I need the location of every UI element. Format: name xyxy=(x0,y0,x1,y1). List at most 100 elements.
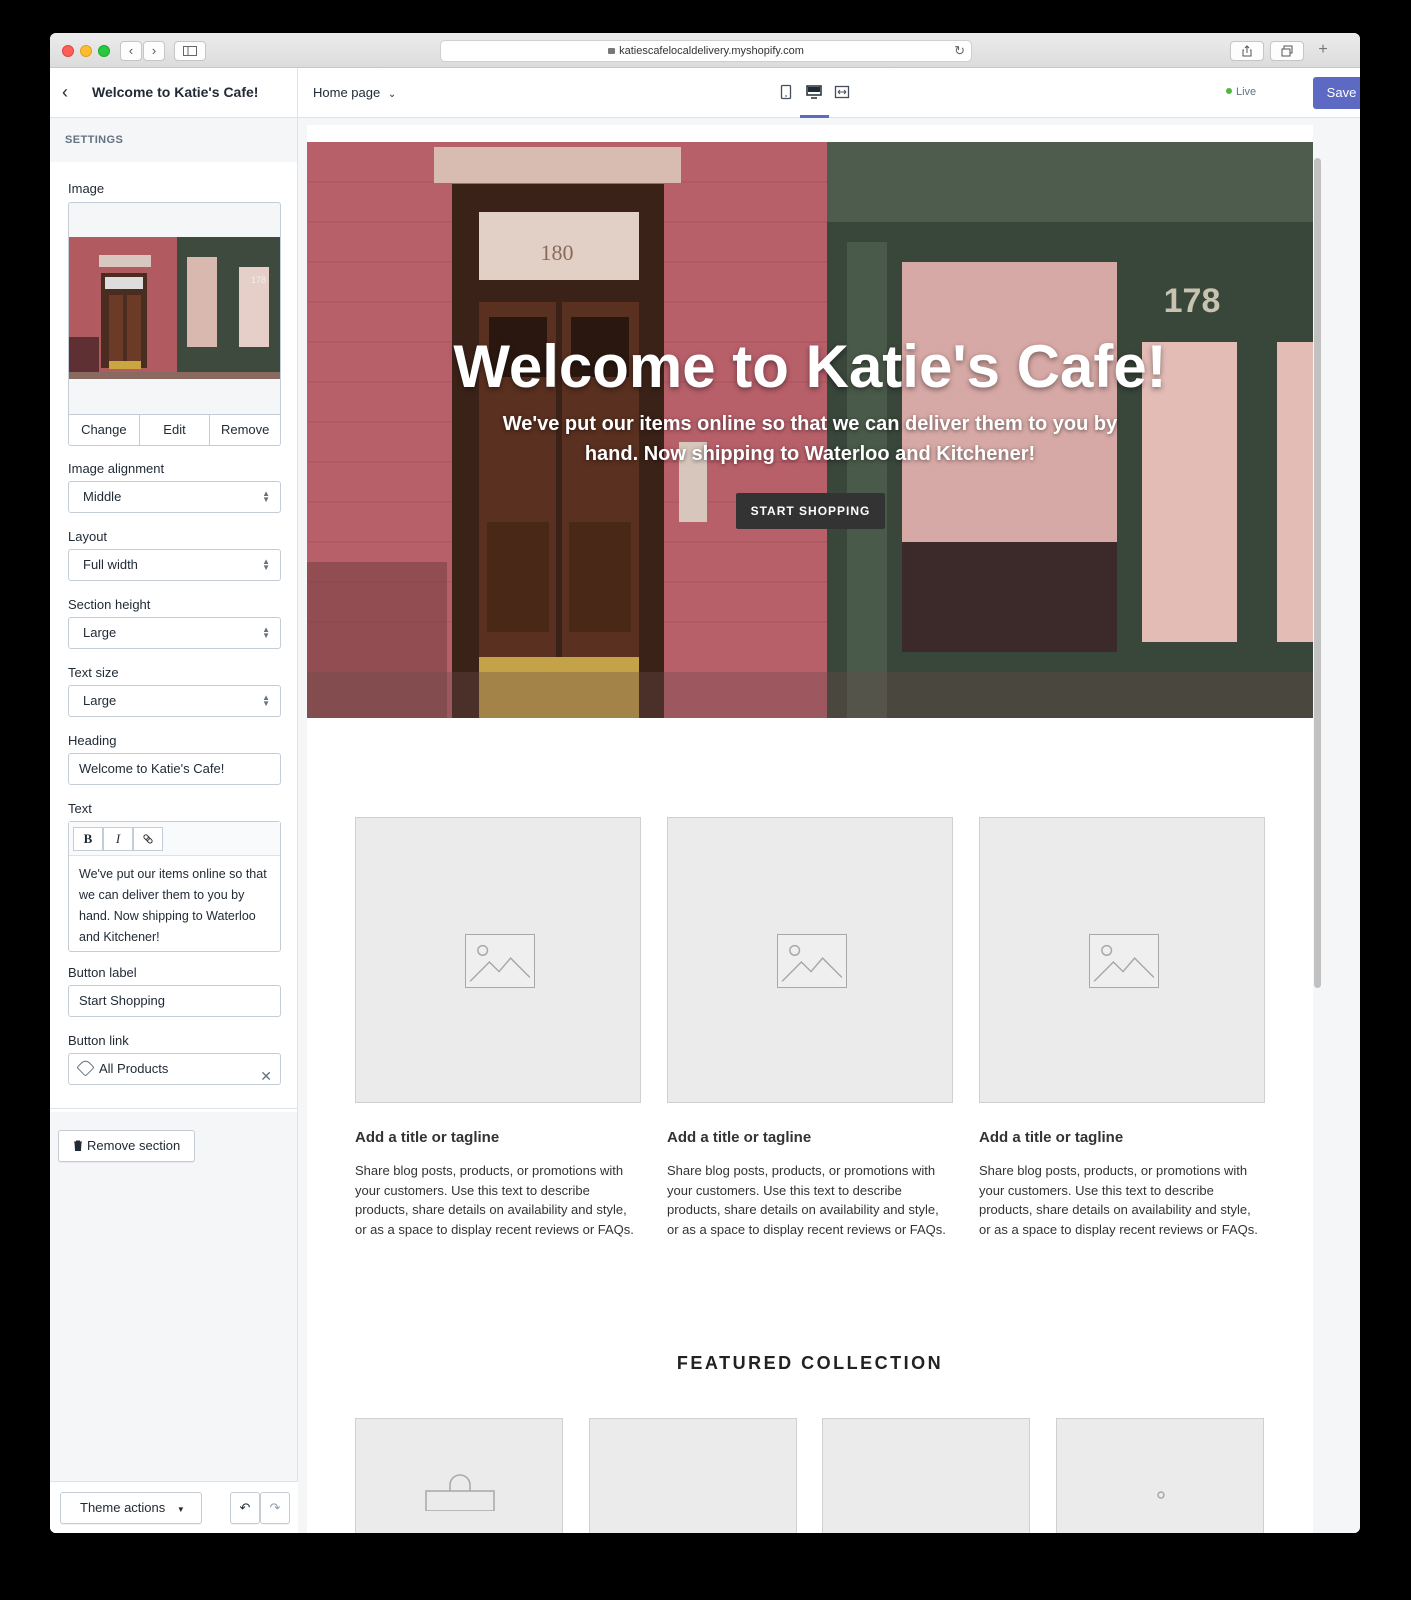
back-arrow-icon[interactable]: ‹ xyxy=(62,82,68,103)
image-alignment-select[interactable]: Middle ▲ ▼ xyxy=(68,481,281,513)
layout-select[interactable]: Full width ▲ ▼ xyxy=(68,549,281,581)
address-bar[interactable]: katiescafelocaldelivery.myshopify.com ↻ xyxy=(440,40,972,62)
browser-titlebar: ‹ › katiescafelocaldelivery.myshopify.co… xyxy=(50,33,1360,68)
sidebar-icon xyxy=(183,46,197,56)
settings-panel: Image 178 Change Edit Remove Image align… xyxy=(50,162,297,1112)
live-dot-icon xyxy=(1226,88,1232,95)
change-image-button[interactable]: Change xyxy=(69,415,140,445)
product-placeholder[interactable] xyxy=(355,1418,563,1533)
chevron-down-icon: ⌄ xyxy=(387,89,397,100)
product-placeholder-icon xyxy=(1157,1491,1165,1499)
section-height-value: Large xyxy=(83,625,117,640)
text-column-card: Add a title or tagline Share blog posts,… xyxy=(355,817,641,1239)
button-label-label: Button label xyxy=(68,965,137,980)
tabs-overview-button[interactable] xyxy=(1270,41,1304,61)
theme-actions-button[interactable]: Theme actions ▼ xyxy=(60,1492,202,1524)
image-placeholder-icon xyxy=(777,934,847,988)
edit-image-button[interactable]: Edit xyxy=(140,415,211,445)
desktop-view-icon[interactable] xyxy=(805,83,823,101)
redo-button[interactable]: ↷ xyxy=(260,1492,290,1524)
plus-icon: + xyxy=(1318,41,1328,58)
live-label: Live xyxy=(1236,86,1257,98)
italic-button[interactable]: I xyxy=(103,827,133,851)
hero-banner[interactable]: 180 178 Welcome to Katie's Cafe! We've p… xyxy=(307,142,1313,718)
text-label: Text xyxy=(68,801,92,816)
text-editor[interactable]: B I We've put our items online so that w… xyxy=(68,821,281,952)
card-text: Share blog posts, products, or promotion… xyxy=(667,1163,946,1237)
theme-editor-sidebar: ‹ Welcome to Katie's Cafe! SETTINGS Imag… xyxy=(50,68,298,1533)
section-title: Welcome to Katie's Cafe! xyxy=(92,84,259,100)
image-label: Image xyxy=(68,181,105,196)
image-actions: Change Edit Remove xyxy=(69,414,280,445)
forward-button[interactable]: › xyxy=(143,41,165,61)
editor-topbar: Home page ⌄ Live Save xyxy=(298,68,1360,118)
text-size-value: Large xyxy=(83,693,117,708)
page-selector[interactable]: Home page ⌄ xyxy=(313,85,396,100)
layout-label: Layout xyxy=(68,529,108,544)
storefront-preview: 180 178 Welcome to Katie's Cafe! We've p… xyxy=(307,125,1313,1533)
select-arrows-icon: ▲ ▼ xyxy=(262,625,270,640)
sidebar-divider xyxy=(50,1108,298,1109)
button-link-label: Button link xyxy=(68,1033,129,1048)
text-editor-toolbar: B I xyxy=(69,822,280,856)
browser-window: ‹ › katiescafelocaldelivery.myshopify.co… xyxy=(50,33,1360,1533)
page-selector-label: Home page xyxy=(313,85,381,100)
product-placeholder[interactable] xyxy=(589,1418,797,1533)
hero-heading: Welcome to Katie's Cafe! xyxy=(453,333,1167,400)
heading-input[interactable]: Welcome to Katie's Cafe! xyxy=(68,753,281,785)
chevron-right-icon: › xyxy=(151,43,157,58)
sidebar-toggle-button[interactable] xyxy=(174,41,206,61)
svg-text:180: 180 xyxy=(541,240,574,265)
image-placeholder[interactable] xyxy=(667,817,953,1103)
reload-icon[interactable]: ↻ xyxy=(954,41,965,61)
link-button[interactable] xyxy=(133,827,163,851)
card-title: Add a title or tagline xyxy=(979,1129,1124,1146)
card-text: Share blog posts, products, or promotion… xyxy=(355,1163,634,1237)
section-height-select[interactable]: Large ▲ ▼ xyxy=(68,617,281,649)
image-placeholder-icon xyxy=(465,934,535,988)
remove-image-button[interactable]: Remove xyxy=(210,415,280,445)
image-picker[interactable]: 178 Change Edit Remove xyxy=(68,202,281,446)
redo-icon: ↷ xyxy=(269,1500,281,1515)
button-link-input[interactable]: All Products ✕ xyxy=(68,1053,281,1085)
minimize-window-button[interactable] xyxy=(80,45,92,57)
share-button[interactable] xyxy=(1230,41,1264,61)
bold-button[interactable]: B xyxy=(73,827,103,851)
svg-text:178: 178 xyxy=(251,275,266,285)
text-editor-content[interactable]: We've put our items online so that we ca… xyxy=(69,856,280,956)
undo-button[interactable]: ↶ xyxy=(230,1492,260,1524)
image-alignment-label: Image alignment xyxy=(68,461,165,476)
back-button[interactable]: ‹ xyxy=(120,41,142,61)
text-size-select[interactable]: Large ▲ ▼ xyxy=(68,685,281,717)
chevron-left-icon: ‹ xyxy=(128,43,134,58)
sidebar-footer: Theme actions ▼ ↶ ↷ xyxy=(50,1481,298,1533)
remove-section-button[interactable]: Remove section xyxy=(58,1130,195,1162)
fullscreen-view-icon[interactable] xyxy=(833,83,851,101)
settings-heading: SETTINGS xyxy=(50,118,297,162)
image-thumbnail: 178 xyxy=(69,237,280,379)
zoom-window-button[interactable] xyxy=(98,45,110,57)
select-arrows-icon: ▲ ▼ xyxy=(262,557,270,572)
clear-link-icon[interactable]: ✕ xyxy=(260,1061,272,1091)
new-tab-button[interactable]: + xyxy=(1312,41,1334,61)
mobile-view-icon[interactable] xyxy=(777,83,795,101)
tag-icon xyxy=(76,1058,95,1077)
start-shopping-button[interactable]: START SHOPPING xyxy=(736,493,885,529)
image-placeholder[interactable] xyxy=(355,817,641,1103)
caret-down-icon: ▼ xyxy=(176,1505,185,1514)
section-height-label: Section height xyxy=(68,597,151,612)
share-icon xyxy=(1242,45,1252,57)
close-window-button[interactable] xyxy=(62,45,74,57)
button-label-input[interactable]: Start Shopping xyxy=(68,985,281,1017)
text-size-label: Text size xyxy=(68,665,119,680)
image-alignment-value: Middle xyxy=(83,489,122,504)
sidebar-header: ‹ Welcome to Katie's Cafe! xyxy=(50,68,297,118)
preview-scrollbar[interactable] xyxy=(1314,158,1321,988)
card-text: Share blog posts, products, or promotion… xyxy=(979,1163,1258,1237)
product-placeholder[interactable] xyxy=(822,1418,1030,1533)
live-status: Live xyxy=(1226,86,1256,98)
undo-icon: ↶ xyxy=(239,1500,251,1515)
image-placeholder[interactable] xyxy=(979,817,1265,1103)
save-button[interactable]: Save xyxy=(1313,77,1360,109)
product-placeholder[interactable] xyxy=(1056,1418,1264,1533)
